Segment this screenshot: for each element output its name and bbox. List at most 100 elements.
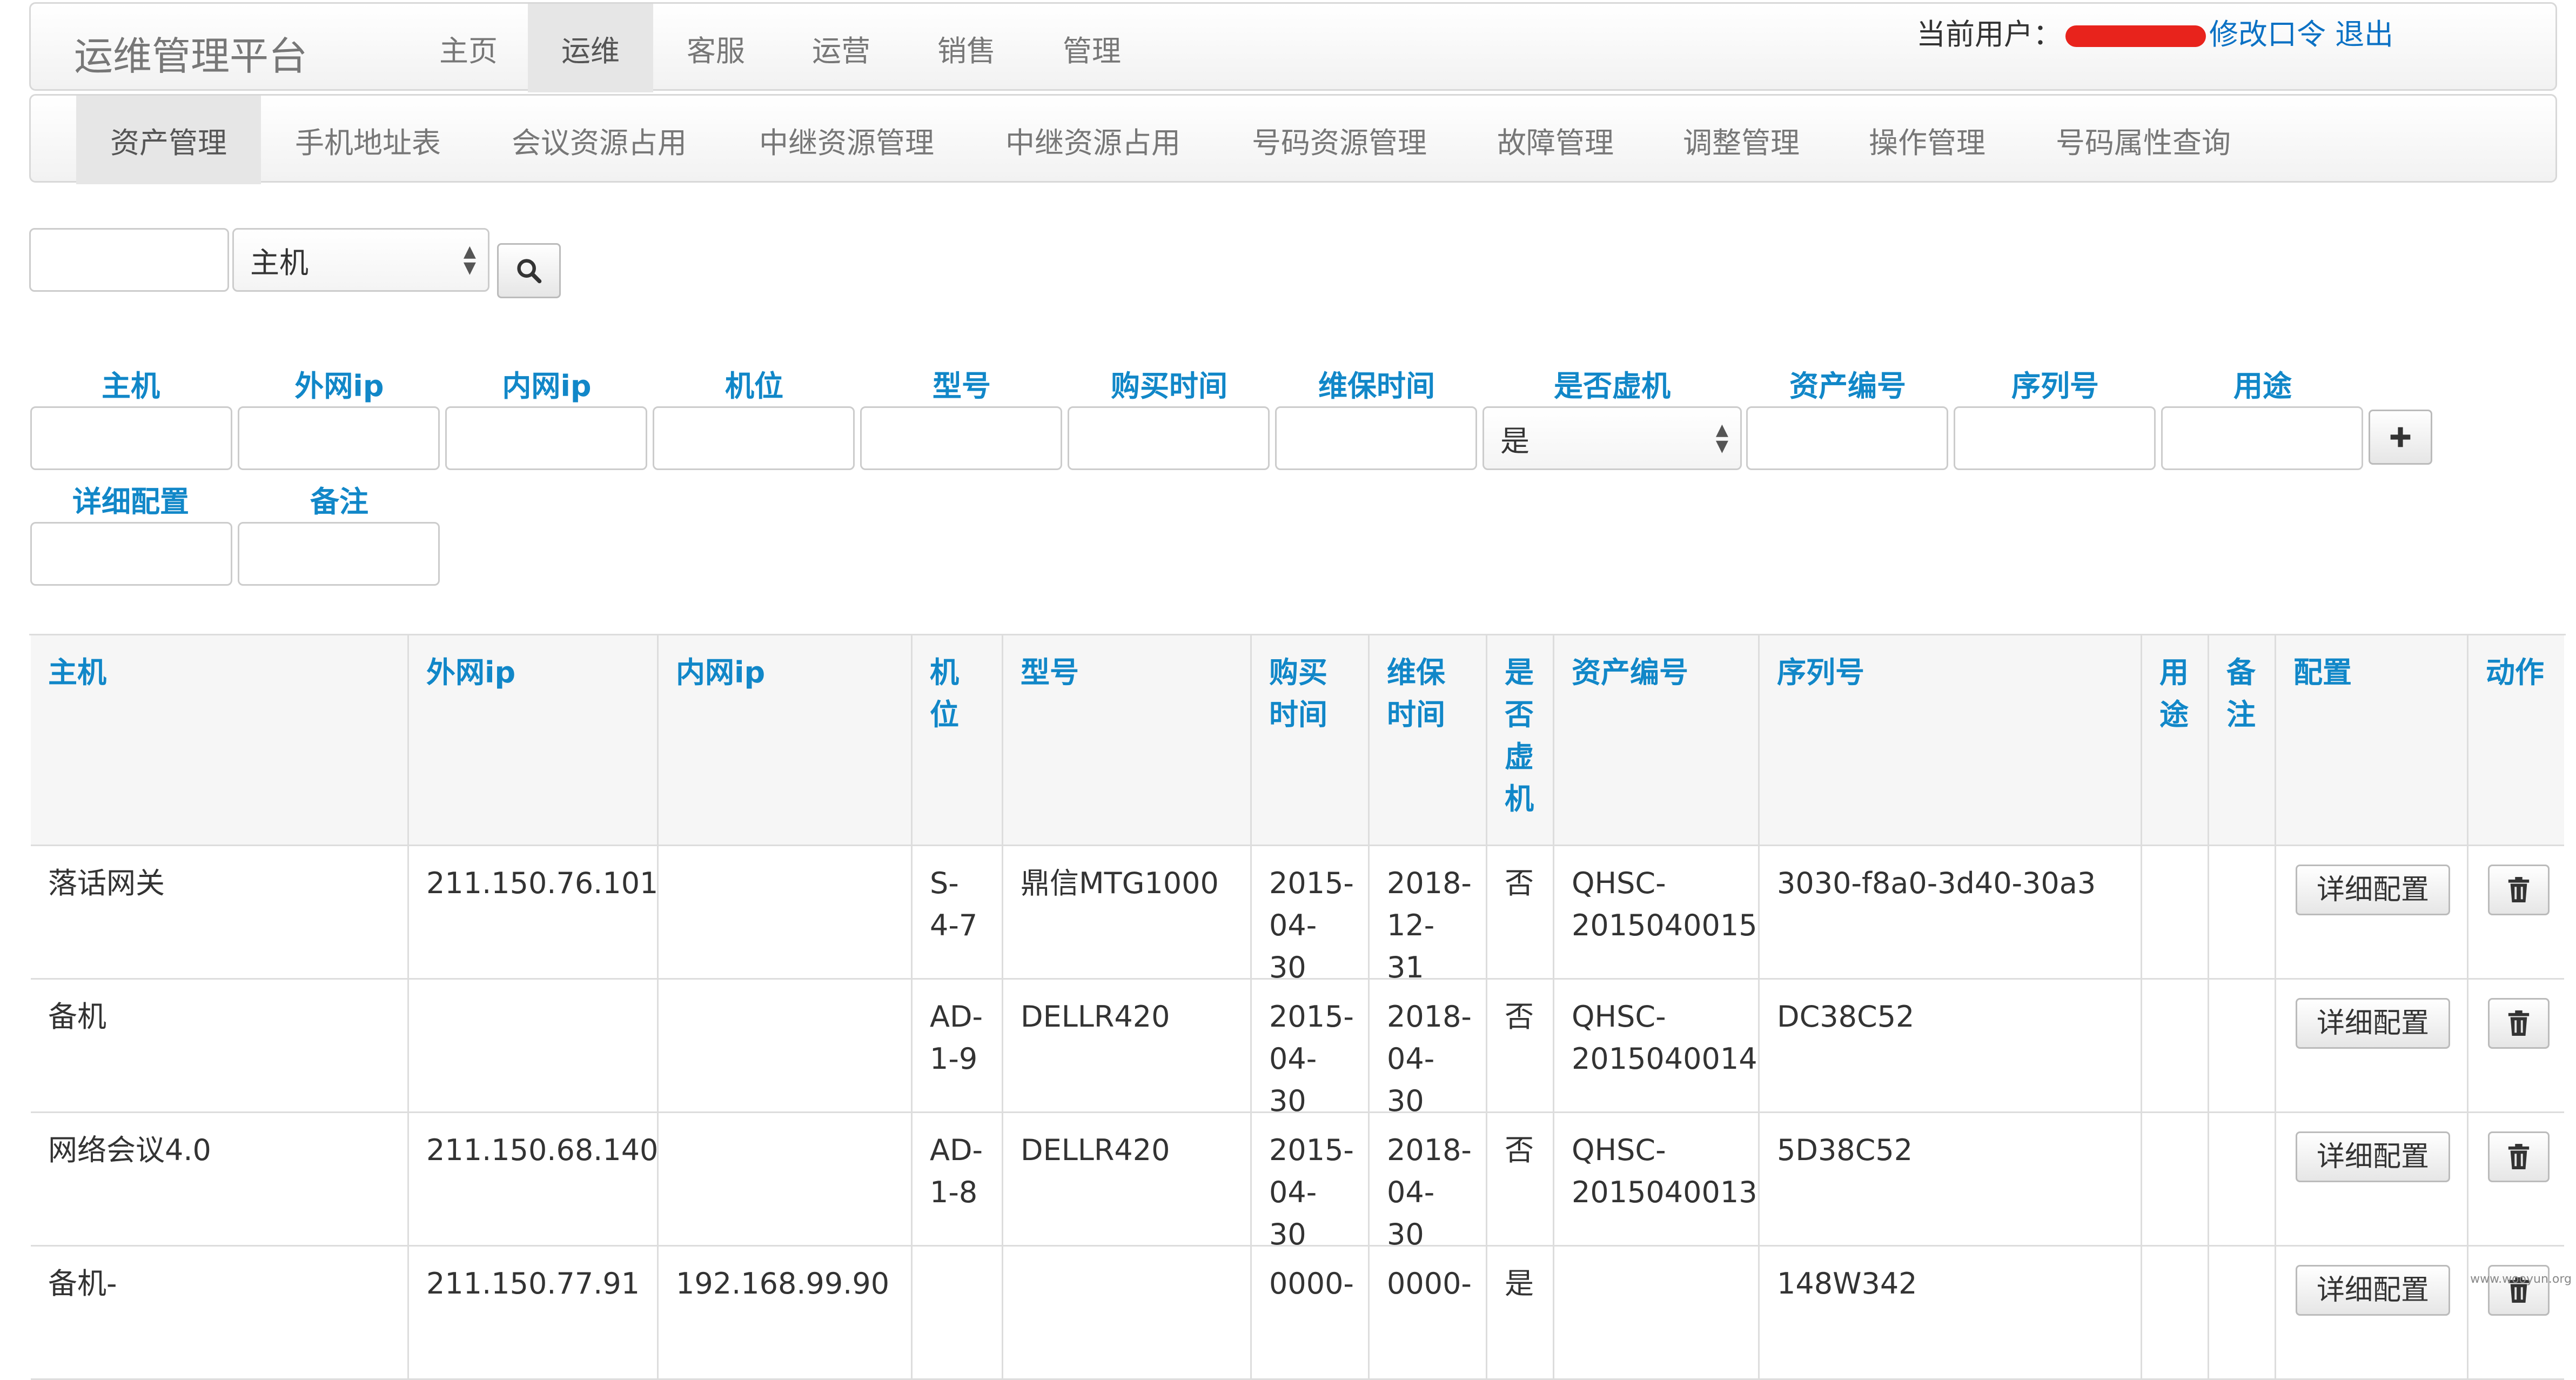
nav-tab-operations[interactable]: 运营 xyxy=(779,4,904,92)
change-password-link[interactable]: 修改口令 xyxy=(2209,17,2326,51)
detail-config-button[interactable]: 详细配置 xyxy=(2296,865,2450,915)
form-label-asset-no: 资产编号 xyxy=(1746,362,1949,405)
cell-warranty-date: 2018-04-30 xyxy=(1370,1113,1487,1247)
form-input-buy-date[interactable] xyxy=(1068,406,1270,470)
form-label-position: 机位 xyxy=(653,362,856,405)
form-label-detail-config: 详细配置 xyxy=(29,478,232,520)
th-host[interactable]: 主机 xyxy=(31,635,409,846)
cell-warranty-date: 2018-12-31 xyxy=(1370,846,1487,980)
th-asset-no[interactable]: 资产编号 xyxy=(1554,635,1760,846)
table-header-row: 主机 外网ip 内网ip 机位 型号 购买时间 维保时间 是否虚机 资产编号 序… xyxy=(31,635,2564,846)
cell-warranty-date: 0000- xyxy=(1370,1247,1487,1380)
nav-tab-support[interactable]: 客服 xyxy=(653,4,779,92)
cell-is-vm: 是 xyxy=(1487,1247,1554,1380)
cell-buy-date: 2015-04-30 xyxy=(1252,980,1370,1113)
watermark-text: www.wooyun.org xyxy=(2470,1272,2572,1286)
subtab-number-management[interactable]: 号码资源管理 xyxy=(1216,96,1463,184)
app-brand[interactable]: 运维管理平台 xyxy=(74,24,307,81)
th-buy-date[interactable]: 购买时间 xyxy=(1252,635,1370,846)
cell-usage xyxy=(2142,1113,2209,1247)
cell-wan-ip xyxy=(409,980,659,1113)
search-button[interactable] xyxy=(497,243,561,298)
subtab-phone-address[interactable]: 手机地址表 xyxy=(261,96,475,184)
delete-button[interactable] xyxy=(2488,865,2550,915)
form-input-detail-config[interactable] xyxy=(30,522,232,586)
form-label-note: 备注 xyxy=(238,478,441,520)
cell-serial: DC38C52 xyxy=(1760,980,2142,1113)
subtab-trunk-management[interactable]: 中继资源管理 xyxy=(723,96,970,184)
is-vm-value: 是 xyxy=(1500,417,1530,460)
delete-button[interactable] xyxy=(2488,1131,2550,1182)
form-input-note[interactable] xyxy=(238,522,440,586)
cell-note xyxy=(2209,1247,2276,1380)
search-field-value: 主机 xyxy=(250,239,308,282)
cell-model: DELLR420 xyxy=(1003,980,1252,1113)
subtab-adjust-management[interactable]: 调整管理 xyxy=(1648,96,1834,184)
form-input-wan-ip[interactable] xyxy=(238,406,440,470)
cell-asset-no: QHSC-2015040013 xyxy=(1554,1113,1760,1247)
form-label-warranty-date: 维保时间 xyxy=(1275,362,1478,405)
th-wan-ip[interactable]: 外网ip xyxy=(409,635,659,846)
form-input-position[interactable] xyxy=(653,406,855,470)
th-position[interactable]: 机位 xyxy=(913,635,1003,846)
detail-config-button[interactable]: 详细配置 xyxy=(2296,1131,2450,1182)
subtab-trunk-usage[interactable]: 中继资源占用 xyxy=(970,96,1216,184)
search-field-select[interactable]: 主机 ▲▼ xyxy=(232,228,489,292)
form-input-model[interactable] xyxy=(860,406,1062,470)
cell-host: 备机- xyxy=(31,1247,409,1380)
form-input-asset-no[interactable] xyxy=(1746,406,1948,470)
th-model[interactable]: 型号 xyxy=(1003,635,1252,846)
cell-lan-ip xyxy=(659,846,913,980)
th-lan-ip[interactable]: 内网ip xyxy=(659,635,913,846)
form-label-wan-ip: 外网ip xyxy=(238,362,441,405)
trash-icon xyxy=(2506,1009,2531,1037)
logout-link[interactable]: 退出 xyxy=(2335,17,2393,51)
cell-serial: 5D38C52 xyxy=(1760,1113,2142,1247)
cell-asset-no: QHSC-2015040015 xyxy=(1554,846,1760,980)
nav-tab-admin[interactable]: 管理 xyxy=(1029,4,1155,92)
form-label-host: 主机 xyxy=(29,362,232,405)
form-label-serial: 序列号 xyxy=(1954,362,2157,405)
detail-config-button[interactable]: 详细配置 xyxy=(2296,998,2450,1049)
th-note[interactable]: 备注 xyxy=(2209,635,2276,846)
add-asset-button[interactable] xyxy=(2369,410,2432,465)
nav-tab-sales[interactable]: 销售 xyxy=(904,4,1029,92)
cell-position xyxy=(913,1247,1003,1380)
form-select-is-vm[interactable]: 是 ▲▼ xyxy=(1482,406,1742,470)
cell-is-vm: 否 xyxy=(1487,1113,1554,1247)
cell-action xyxy=(2468,980,2567,1113)
subtab-operation-management[interactable]: 操作管理 xyxy=(1834,96,2020,184)
detail-config-button[interactable]: 详细配置 xyxy=(2296,1265,2450,1316)
cell-asset-no: QHSC-2015040014 xyxy=(1554,980,1760,1113)
cell-wan-ip: 211.150.68.140 xyxy=(409,1113,659,1247)
form-input-usage[interactable] xyxy=(2161,406,2363,470)
subtab-meeting-usage[interactable]: 会议资源占用 xyxy=(475,96,723,184)
cell-lan-ip xyxy=(659,980,913,1113)
cell-model xyxy=(1003,1247,1252,1380)
cell-note xyxy=(2209,846,2276,980)
table-row: 网络会议4.0 211.150.68.140 AD-1-8 DELLR420 2… xyxy=(31,1113,2564,1247)
th-serial[interactable]: 序列号 xyxy=(1760,635,2142,846)
form-input-warranty-date[interactable] xyxy=(1275,406,1477,470)
search-input[interactable] xyxy=(29,228,229,292)
th-is-vm[interactable]: 是否虚机 xyxy=(1487,635,1554,846)
subtab-number-attribute[interactable]: 号码属性查询 xyxy=(2020,96,2266,184)
th-warranty-date[interactable]: 维保时间 xyxy=(1370,635,1487,846)
cell-usage xyxy=(2142,980,2209,1113)
subtab-fault-management[interactable]: 故障管理 xyxy=(1463,96,1648,184)
cell-note xyxy=(2209,1113,2276,1247)
cell-is-vm: 否 xyxy=(1487,980,1554,1113)
cell-usage xyxy=(2142,846,2209,980)
nav-tab-home[interactable]: 主页 xyxy=(409,4,528,92)
form-input-host[interactable] xyxy=(30,406,232,470)
table-row: 落话网关 211.150.76.101 S-4-7 鼎信MTG1000 2015… xyxy=(31,846,2564,980)
th-usage[interactable]: 用途 xyxy=(2142,635,2209,846)
form-input-serial[interactable] xyxy=(1954,406,2156,470)
nav-tab-ops[interactable]: 运维 xyxy=(528,4,653,92)
delete-button[interactable] xyxy=(2488,998,2550,1049)
form-input-lan-ip[interactable] xyxy=(445,406,647,470)
subtab-assets[interactable]: 资产管理 xyxy=(76,96,261,184)
cell-position: AD-1-8 xyxy=(913,1113,1003,1247)
cell-warranty-date: 2018-04-30 xyxy=(1370,980,1487,1113)
search-icon xyxy=(515,257,543,285)
